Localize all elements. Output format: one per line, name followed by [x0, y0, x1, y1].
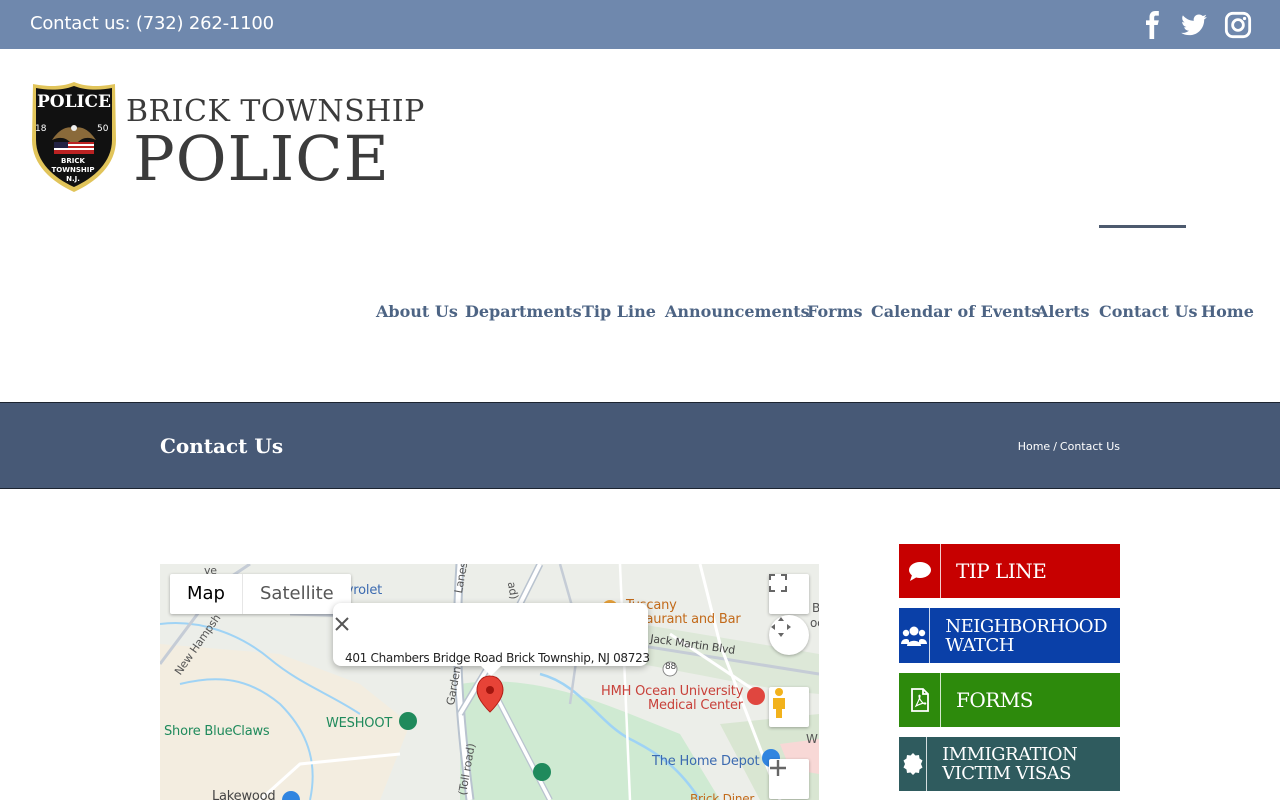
breadcrumb-separator: / — [1053, 440, 1057, 453]
instagram-icon[interactable] — [1224, 11, 1252, 39]
nav-about-us[interactable]: About Us — [376, 302, 458, 321]
nav-announcements[interactable]: Announcements — [665, 302, 810, 321]
speech-bubble-icon — [899, 544, 941, 598]
zoom-in-button[interactable] — [769, 759, 809, 799]
breadcrumb: Home / Contact Us — [1018, 440, 1120, 453]
facebook-icon[interactable] — [1139, 11, 1167, 39]
map-label-edge-oc: oc — [810, 616, 819, 630]
map-info-address: 401 Chambers Bridge Road Brick Township,… — [345, 651, 650, 665]
map-info-window: 401 Chambers Bridge Road Brick Township,… — [333, 603, 650, 676]
map-label-road-ad: ad) — [504, 580, 521, 601]
breadcrumb-home[interactable]: Home — [1018, 440, 1050, 453]
map-label-brick-diner: Brick Diner — [690, 792, 755, 800]
nav-contact-us[interactable]: Contact Us — [1099, 302, 1197, 321]
pegman-icon — [773, 688, 785, 718]
google-map[interactable]: evrolet ve ad) Tuscany Restaurant and Ba… — [160, 564, 819, 800]
info-window-tail — [481, 666, 501, 676]
page-title-bar: Contact Us Home / Contact Us — [0, 402, 1280, 489]
map-label-lakewood: Lakewood — [212, 789, 276, 800]
nav-departments[interactable]: Departments — [465, 302, 582, 321]
twitter-icon[interactable] — [1180, 11, 1208, 39]
badge-top-text: POLICE — [37, 92, 111, 112]
sidebar-immigration-victim-visas-label: IMMIGRATION VICTIM VISAS — [942, 744, 1078, 784]
map-label-hmh-1: HMH Ocean University — [601, 684, 744, 699]
badge-year-right: 50 — [97, 124, 109, 134]
nav-home[interactable]: Home — [1201, 302, 1254, 321]
map-label-edge-b: B — [812, 601, 819, 615]
map-type-control: Map Satellite — [170, 574, 351, 614]
close-icon[interactable] — [333, 615, 351, 633]
sidebar-immigration-victim-visas-button[interactable]: IMMIGRATION VICTIM VISAS — [899, 737, 1120, 791]
pdf-file-icon — [899, 673, 941, 727]
sidebar-tip-line-button[interactable]: TIP LINE — [899, 544, 1120, 598]
breadcrumb-current: Contact Us — [1059, 440, 1120, 453]
badge-year-left: 18 — [35, 124, 47, 134]
users-icon — [899, 608, 931, 663]
contact-phone[interactable]: Contact us: (732) 262-1100 — [30, 13, 274, 34]
map-label-hmh-2: Medical Center — [648, 698, 743, 713]
badge-bottom-text: BRICK TOWNSHIP N.J. — [51, 157, 95, 183]
page-title: Contact Us — [160, 434, 284, 458]
sidebar-tip-line-label: TIP LINE — [956, 559, 1047, 583]
nav-tip-line[interactable]: Tip Line — [582, 302, 656, 321]
map-label-weshoot: WESHOOT — [326, 716, 393, 731]
sidebar-neighborhood-watch-button[interactable]: NEIGHBORHOOD WATCH — [899, 608, 1120, 663]
map-label-edge-w: W — [806, 732, 818, 746]
street-view-pegman[interactable] — [769, 687, 809, 727]
sidebar-forms-button[interactable]: FORMS — [899, 673, 1120, 727]
fullscreen-button[interactable] — [769, 574, 809, 614]
map-type-map-button[interactable]: Map — [170, 574, 242, 614]
fullscreen-icon — [769, 574, 787, 592]
sidebar-forms-label: FORMS — [956, 688, 1034, 712]
nav-alerts[interactable]: Alerts — [1036, 302, 1090, 321]
logo-line-2: POLICE — [133, 122, 390, 195]
nav-active-indicator — [1099, 225, 1186, 228]
top-bar: Contact us: (732) 262-1100 — [0, 0, 1280, 49]
camera-control-button[interactable] — [769, 615, 809, 655]
map-label-home-depot: The Home Depot — [652, 754, 760, 769]
map-label-shore-blueclaws: Shore BlueClaws — [164, 724, 270, 739]
sidebar-neighborhood-watch-label: NEIGHBORHOOD WATCH — [945, 615, 1107, 656]
nav-forms[interactable]: Forms — [807, 302, 863, 321]
plus-icon — [770, 760, 786, 776]
main-nav: About Us Departments Tip Line Announceme… — [0, 302, 1280, 328]
nav-calendar-of-events[interactable]: Calendar of Events — [871, 302, 1040, 321]
certificate-icon — [899, 737, 928, 791]
move-arrows-icon — [771, 617, 791, 637]
map-label-route-88: 88 — [665, 662, 677, 672]
